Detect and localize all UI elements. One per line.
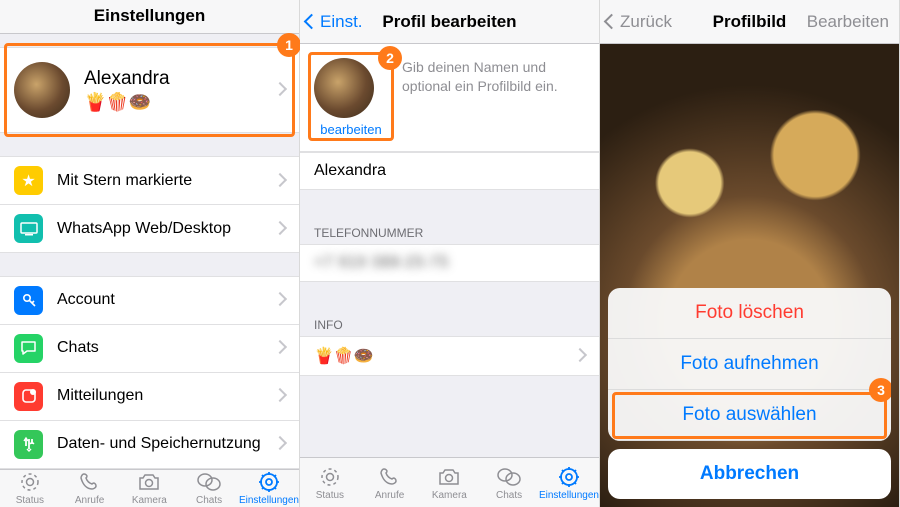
tab-label: Kamera [432,490,467,501]
tab-label: Einstellungen [239,495,299,506]
navbar: Einst. Profil bearbeiten [300,0,599,44]
info-value: 🍟🍿🍩 [314,346,374,366]
phone-cell[interactable]: +7 919 388-25-75 [300,244,599,282]
tab-camera[interactable]: Kamera [119,470,179,507]
chats-icon [496,465,522,489]
callout-badge-2: 2 [378,46,402,70]
callout-badge-3: 3 [869,378,891,402]
tab-camera[interactable]: Kamera [419,458,479,507]
chats-icon [196,470,222,494]
phone-icon [79,470,101,494]
chat-icon [14,334,43,363]
profile-status: 🍟🍿🍩 [84,92,170,113]
tab-chats[interactable]: Chats [479,458,539,507]
tab-status[interactable]: Status [300,458,360,507]
edit-header: bearbeiten 2 Gib deinen Namen und option… [300,44,599,152]
tab-label: Anrufe [75,495,104,506]
back-button[interactable]: Einst. [306,12,363,32]
cell-label: Account [57,291,115,309]
screen-edit-profile: Einst. Profil bearbeiten bearbeiten 2 Gi… [300,0,600,507]
edit-photo-link[interactable]: bearbeiten [320,122,381,137]
profile-cell[interactable]: Alexandra 🍟🍿🍩 [0,47,299,133]
profile-name: Alexandra [84,68,170,90]
starred-cell[interactable]: ★ Mit Stern markierte [0,156,299,205]
data-usage-cell[interactable]: Daten- und Speichernutzung [0,421,299,469]
tabbar: Status Anrufe Kamera Chats Einstellungen [0,469,299,507]
option-choose-photo[interactable]: Foto auswählen [608,390,891,441]
notifications-cell[interactable]: Mitteilungen [0,373,299,421]
tab-label: Kamera [132,495,167,506]
chevron-right-icon [275,339,285,357]
camera-icon [137,470,161,494]
chevron-left-icon [604,14,620,30]
desktop-icon [14,214,43,243]
gear-icon [557,465,581,489]
chevron-left-icon [304,14,320,30]
navbar: Einstellungen [0,0,299,34]
notification-icon [14,382,43,411]
cell-label: Mit Stern markierte [57,172,192,190]
phone-icon [379,465,401,489]
star-icon: ★ [14,166,43,195]
chevron-right-icon [275,172,285,190]
section-header-info: INFO [300,312,599,336]
chevron-right-icon [275,387,285,405]
action-sheet: Foto löschen Foto aufnehmen Foto auswähl… [608,288,891,499]
section-header-phone: TELEFONNUMMER [300,220,599,244]
gear-icon [257,470,281,494]
tab-label: Anrufe [375,490,404,501]
action-sheet-cancel[interactable]: Abbrechen [608,449,891,499]
tab-calls[interactable]: Anrufe [360,458,420,507]
cell-label: WhatsApp Web/Desktop [57,220,231,238]
tab-settings[interactable]: Einstellungen [539,458,599,507]
avatar [14,62,70,118]
navbar-title: Profil bearbeiten [382,12,516,32]
account-cell[interactable]: Account [0,276,299,325]
tab-status[interactable]: Status [0,470,60,507]
option-delete-photo[interactable]: Foto löschen [608,288,891,339]
navbar-title: Profilbild [713,12,787,32]
avatar[interactable] [314,58,374,118]
name-value: Alexandra [314,162,386,180]
tab-label: Einstellungen [539,490,599,501]
webdesktop-cell[interactable]: WhatsApp Web/Desktop [0,205,299,253]
data-icon [14,430,43,459]
status-icon [18,470,42,494]
chevron-right-icon [275,291,285,309]
cell-label: Daten- und Speichernutzung [57,435,261,453]
back-label: Zurück [620,12,672,32]
tab-label: Chats [496,490,522,501]
info-cell[interactable]: 🍟🍿🍩 [300,336,599,376]
screen-settings: Einstellungen Alexandra 🍟🍿🍩 1 ★ Mit Ster… [0,0,300,507]
phone-value: +7 919 388-25-75 [314,254,449,272]
tab-calls[interactable]: Anrufe [60,470,120,507]
chats-settings-cell[interactable]: Chats [0,325,299,373]
navbar-edit[interactable]: Bearbeiten [807,12,889,32]
tab-label: Status [16,495,44,506]
name-field[interactable]: Alexandra [300,152,599,190]
screen-profilbild: Zurück Profilbild Bearbeiten Foto lösche… [600,0,900,507]
cell-label: Chats [57,339,99,357]
back-label: Einst. [320,12,363,32]
camera-icon [437,465,461,489]
navbar-title: Einstellungen [94,6,205,26]
key-icon [14,286,43,315]
chevron-right-icon [275,81,285,99]
tabbar: Status Anrufe Kamera Chats Einstellungen [300,457,599,507]
navbar: Zurück Profilbild Bearbeiten [600,0,899,44]
tab-settings[interactable]: Einstellungen [239,470,299,507]
option-take-photo[interactable]: Foto aufnehmen [608,339,891,390]
tab-label: Status [316,490,344,501]
status-icon [318,465,342,489]
chevron-right-icon [275,220,285,238]
action-sheet-options: Foto löschen Foto aufnehmen Foto auswähl… [608,288,891,441]
cell-label: Mitteilungen [57,387,143,405]
tab-chats[interactable]: Chats [179,470,239,507]
tab-label: Chats [196,495,222,506]
hint-text: Gib deinen Namen und optional ein Profil… [402,58,585,137]
chevron-right-icon [575,347,585,365]
photo-viewer: Foto löschen Foto aufnehmen Foto auswähl… [600,44,899,507]
chevron-right-icon [275,435,285,453]
back-button[interactable]: Zurück [606,12,672,32]
